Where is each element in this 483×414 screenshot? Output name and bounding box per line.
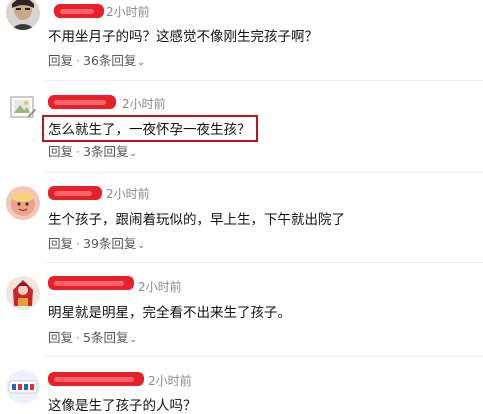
comment-text: 不用坐月子的吗？这感觉不像刚生完孩子啊？	[48, 29, 318, 45]
avatar[interactable]	[6, 0, 40, 30]
action-separator: ·	[76, 144, 80, 159]
replies-count-label: 36条回复	[83, 53, 137, 68]
redacted-username	[48, 372, 144, 386]
avatar[interactable]	[6, 186, 40, 220]
replies-count-label: 39条回复	[83, 236, 137, 251]
action-separator: ·	[76, 330, 80, 345]
comment-actions: 回复 · 3条回复⌄	[48, 141, 137, 160]
chevron-down-icon: ⌄	[137, 58, 145, 68]
reply-button[interactable]: 回复	[48, 327, 73, 346]
view-replies-button[interactable]: 36条回复⌄	[83, 50, 145, 69]
comment-timestamp: 2小时前	[148, 374, 192, 388]
comment-text: 明星就是明星，完全看不出来生了孩子。	[48, 305, 291, 321]
comment-actions: 回复 · 36条回复⌄	[48, 50, 145, 69]
redacted-username	[48, 276, 134, 290]
action-separator: ·	[76, 53, 80, 68]
avatar[interactable]	[6, 370, 40, 404]
view-replies-button[interactable]: 5条回复⌄	[83, 327, 137, 346]
redacted-username	[48, 186, 102, 200]
avatar[interactable]	[6, 276, 40, 310]
comment-text: 生个孩子，跟闹着玩似的，早上生，下午就出院了	[48, 212, 345, 228]
view-replies-button[interactable]: 3条回复⌄	[83, 141, 137, 160]
comment-timestamp: 2小时前	[106, 187, 150, 201]
divider	[44, 262, 483, 263]
divider	[44, 80, 483, 81]
divider	[44, 356, 483, 357]
view-replies-button[interactable]: 39条回复⌄	[83, 233, 145, 252]
comment-item: 2小时前 不用坐月子的吗？这感觉不像刚生完孩子啊？ 回复 · 36条回复⌄	[0, 0, 483, 80]
redacted-username	[48, 95, 116, 109]
reply-button[interactable]: 回复	[48, 233, 73, 252]
comment-timestamp: 2小时前	[106, 5, 150, 19]
chevron-down-icon: ⌄	[137, 241, 145, 251]
replies-count-label: 3条回复	[83, 144, 129, 159]
reply-button[interactable]: 回复	[48, 50, 73, 69]
replies-count-label: 5条回复	[83, 330, 129, 345]
comment-item: 2小时前 这像是生了孩子的人吗？	[0, 362, 483, 414]
comment-actions: 回复 · 5条回复⌄	[48, 327, 137, 346]
comment-item: 2小时前 生个孩子，跟闹着玩似的，早上生，下午就出院了 回复 · 39条回复⌄	[0, 178, 483, 264]
comment-item: 2小时前 怎么就生了，一夜怀孕一夜生孩？ 回复 · 3条回复⌄	[0, 86, 483, 176]
chevron-down-icon: ⌄	[129, 149, 137, 159]
highlighted-comment-text: 怎么就生了，一夜怀孕一夜生孩？	[42, 115, 258, 142]
comment-text: 这像是生了孩子的人吗？	[48, 398, 197, 414]
comment-timestamp: 2小时前	[138, 280, 182, 294]
chevron-down-icon: ⌄	[129, 335, 137, 345]
comment-timestamp: 2小时前	[122, 97, 166, 111]
action-separator: ·	[76, 236, 80, 251]
comment-item: 2小时前 明星就是明星，完全看不出来生了孩子。 回复 · 5条回复⌄	[0, 268, 483, 352]
divider	[44, 172, 483, 173]
reply-button[interactable]: 回复	[48, 141, 73, 160]
comment-actions: 回复 · 39条回复⌄	[48, 233, 145, 252]
avatar[interactable]	[8, 94, 38, 124]
redacted-username	[54, 4, 104, 18]
